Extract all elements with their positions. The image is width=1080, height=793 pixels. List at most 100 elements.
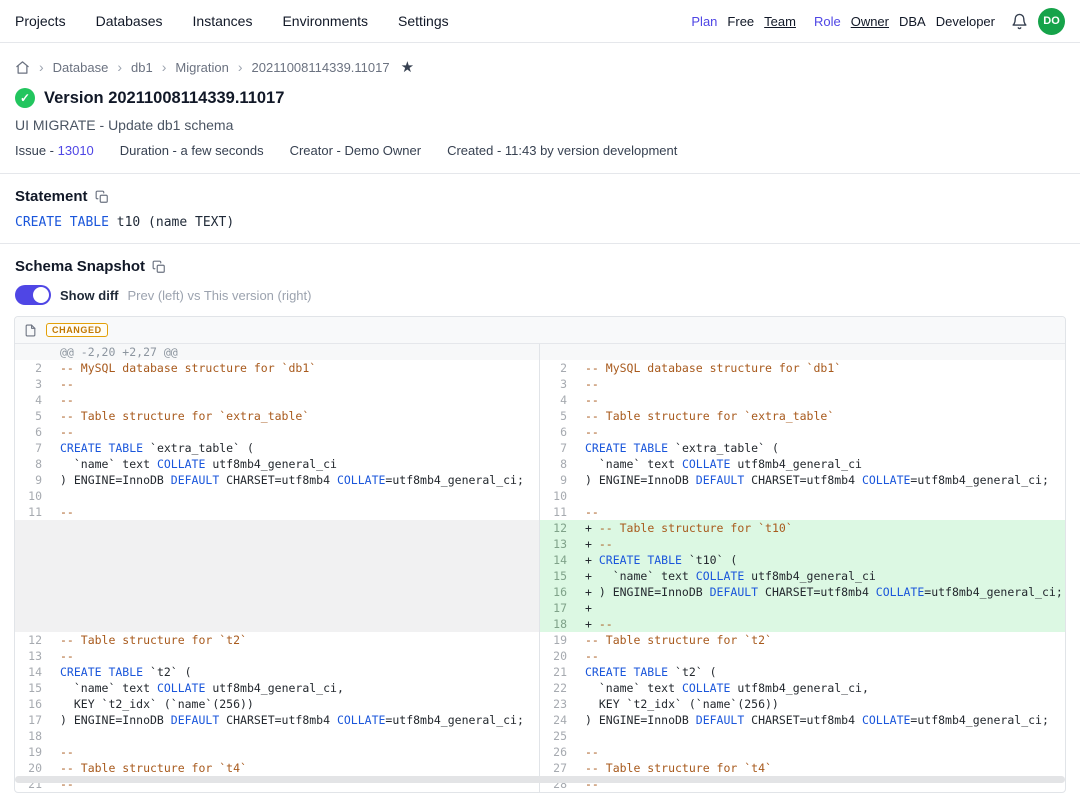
file-icon xyxy=(24,324,37,337)
diff-rows: 2-- MySQL database structure for `db1`2-… xyxy=(15,360,1065,792)
diff-code-right: -- xyxy=(576,744,1065,760)
nav-item-settings[interactable]: Settings xyxy=(398,13,449,29)
show-diff-toggle[interactable] xyxy=(15,285,51,305)
nav-item-databases[interactable]: Databases xyxy=(96,13,163,29)
diff-left-half: 9) ENGINE=InnoDB DEFAULT CHARSET=utf8mb4… xyxy=(15,472,540,488)
plan-team-link[interactable]: Team xyxy=(764,14,796,29)
breadcrumb-item-db1[interactable]: db1 xyxy=(131,60,153,75)
diff-code-right: KEY `t2_idx` (`name`(256)) xyxy=(576,696,1065,712)
diff-row: 1010 xyxy=(15,488,1065,504)
diff-code-left: `name` text COLLATE utf8mb4_general_ci xyxy=(51,456,539,472)
diff-code-right: ) ENGINE=InnoDB DEFAULT CHARSET=utf8mb4 … xyxy=(576,712,1065,728)
diff-code-right: CREATE TABLE `extra_table` ( xyxy=(576,440,1065,456)
diff-row: 20-- Table structure for `t4`27-- Table … xyxy=(15,760,1065,776)
line-number-left: 2 xyxy=(15,360,51,376)
hunk-header: @@ -2,20 +2,27 @@ xyxy=(51,344,539,360)
breadcrumb-separator: › xyxy=(39,59,44,75)
diff-right-half: 25 xyxy=(540,728,1065,744)
notification-bell-icon[interactable] xyxy=(1011,13,1028,30)
line-number-right: 13 xyxy=(540,536,576,552)
copy-statement-icon[interactable] xyxy=(95,190,109,204)
line-number-left: 3 xyxy=(15,376,51,392)
diff-code-left: ) ENGINE=InnoDB DEFAULT CHARSET=utf8mb4 … xyxy=(51,712,539,728)
breadcrumb-item-database[interactable]: Database xyxy=(53,60,109,75)
nav-item-projects[interactable]: Projects xyxy=(15,13,66,29)
diff-code-right: -- Table structure for `extra_table` xyxy=(576,408,1065,424)
diff-code-left: -- xyxy=(51,504,539,520)
meta-value[interactable]: 13010 xyxy=(58,143,94,158)
role-dba-link[interactable]: DBA xyxy=(899,14,926,29)
diff-code-left xyxy=(51,568,539,584)
role-developer-link[interactable]: Developer xyxy=(936,14,995,29)
breadcrumb-item-migration[interactable]: Migration xyxy=(175,60,228,75)
copy-snapshot-icon[interactable] xyxy=(152,260,166,274)
breadcrumb-items: ›Database›db1›Migration›20211008114339.1… xyxy=(39,59,390,75)
line-number-left: 14 xyxy=(15,664,51,680)
meta-label: Issue - xyxy=(15,143,58,158)
line-number-right: 2 xyxy=(540,360,576,376)
diff-right-half: 14+ CREATE TABLE `t10` ( xyxy=(540,552,1065,568)
statement-sql: CREATE TABLE t10 (name TEXT) xyxy=(0,215,1080,244)
line-number-left: 13 xyxy=(15,648,51,664)
role-label: Role xyxy=(814,14,841,29)
role-owner-link[interactable]: Owner xyxy=(851,14,889,29)
nav-item-instances[interactable]: Instances xyxy=(193,13,253,29)
diff-code-left xyxy=(51,616,539,632)
line-number-right: 12 xyxy=(540,520,576,536)
meta-created: Created - 11:43 by version development xyxy=(447,143,677,158)
show-diff-label: Show diff xyxy=(60,288,119,303)
line-number-left: 5 xyxy=(15,408,51,424)
diff-code-left: -- MySQL database structure for `db1` xyxy=(51,360,539,376)
diff-code-right: `name` text COLLATE utf8mb4_general_ci, xyxy=(576,680,1065,696)
diff-row: 13--20-- xyxy=(15,648,1065,664)
diff-row: 8 `name` text COLLATE utf8mb4_general_ci… xyxy=(15,456,1065,472)
diff-right-half: 9) ENGINE=InnoDB DEFAULT CHARSET=utf8mb4… xyxy=(540,472,1065,488)
breadcrumb: ›Database›db1›Migration›20211008114339.1… xyxy=(0,43,1080,76)
diff-code-left xyxy=(51,584,539,600)
line-number-right: 10 xyxy=(540,488,576,504)
diff-code-right: -- xyxy=(576,504,1065,520)
line-number-right: 25 xyxy=(540,728,576,744)
diff-row: 14+ CREATE TABLE `t10` ( xyxy=(15,552,1065,568)
statement-section-heading: Statement xyxy=(15,188,1065,205)
diff-code-left: CREATE TABLE `extra_table` ( xyxy=(51,440,539,456)
diff-right-half: 16+ ) ENGINE=InnoDB DEFAULT CHARSET=utf8… xyxy=(540,584,1065,600)
meta-value: a few seconds xyxy=(180,143,263,158)
diff-left-half: 13-- xyxy=(15,648,540,664)
diff-code-right: -- xyxy=(576,376,1065,392)
diff-row: 1825 xyxy=(15,728,1065,744)
home-icon[interactable] xyxy=(15,60,30,75)
horizontal-scrollbar[interactable] xyxy=(15,776,1065,783)
avatar[interactable]: DO xyxy=(1038,8,1065,35)
diff-code-right: `name` text COLLATE utf8mb4_general_ci xyxy=(576,456,1065,472)
line-number-right: 22 xyxy=(540,680,576,696)
line-number-right: 16 xyxy=(540,584,576,600)
diff-left-half xyxy=(15,536,540,552)
diff-row: 15 `name` text COLLATE utf8mb4_general_c… xyxy=(15,680,1065,696)
diff-left-half: 20-- Table structure for `t4` xyxy=(15,760,540,776)
diff-right-half: 11-- xyxy=(540,504,1065,520)
nav-right: Plan Free Team Role Owner DBA Developer … xyxy=(691,8,1065,35)
breadcrumb-item-20211008114339.11017[interactable]: 20211008114339.11017 xyxy=(252,60,390,75)
line-number-right: 9 xyxy=(540,472,576,488)
diff-row: 18+ -- xyxy=(15,616,1065,632)
line-number-right: 14 xyxy=(540,552,576,568)
success-check-icon: ✓ xyxy=(15,88,35,108)
line-number-left: 6 xyxy=(15,424,51,440)
diff-code-right: + -- xyxy=(576,536,1065,552)
line-number-left: 20 xyxy=(15,760,51,776)
diff-left-half: 6-- xyxy=(15,424,540,440)
diff-code-left: -- xyxy=(51,744,539,760)
diff-code-left: KEY `t2_idx` (`name`(256)) xyxy=(51,696,539,712)
diff-row: 13+ -- xyxy=(15,536,1065,552)
diff-right-half: 8 `name` text COLLATE utf8mb4_general_ci xyxy=(540,456,1065,472)
snapshot-section-heading: Schema Snapshot xyxy=(15,258,1065,275)
diff-left-half: 19-- xyxy=(15,744,540,760)
diff-code-left xyxy=(51,600,539,616)
line-number-left: 4 xyxy=(15,392,51,408)
diff-code-left: -- xyxy=(51,424,539,440)
star-icon[interactable]: ★ xyxy=(401,58,414,76)
diff-body: @@ -2,20 +2,27 @@ 2-- MySQL database str… xyxy=(15,344,1065,792)
diff-code-right: -- xyxy=(576,648,1065,664)
nav-item-environments[interactable]: Environments xyxy=(282,13,368,29)
